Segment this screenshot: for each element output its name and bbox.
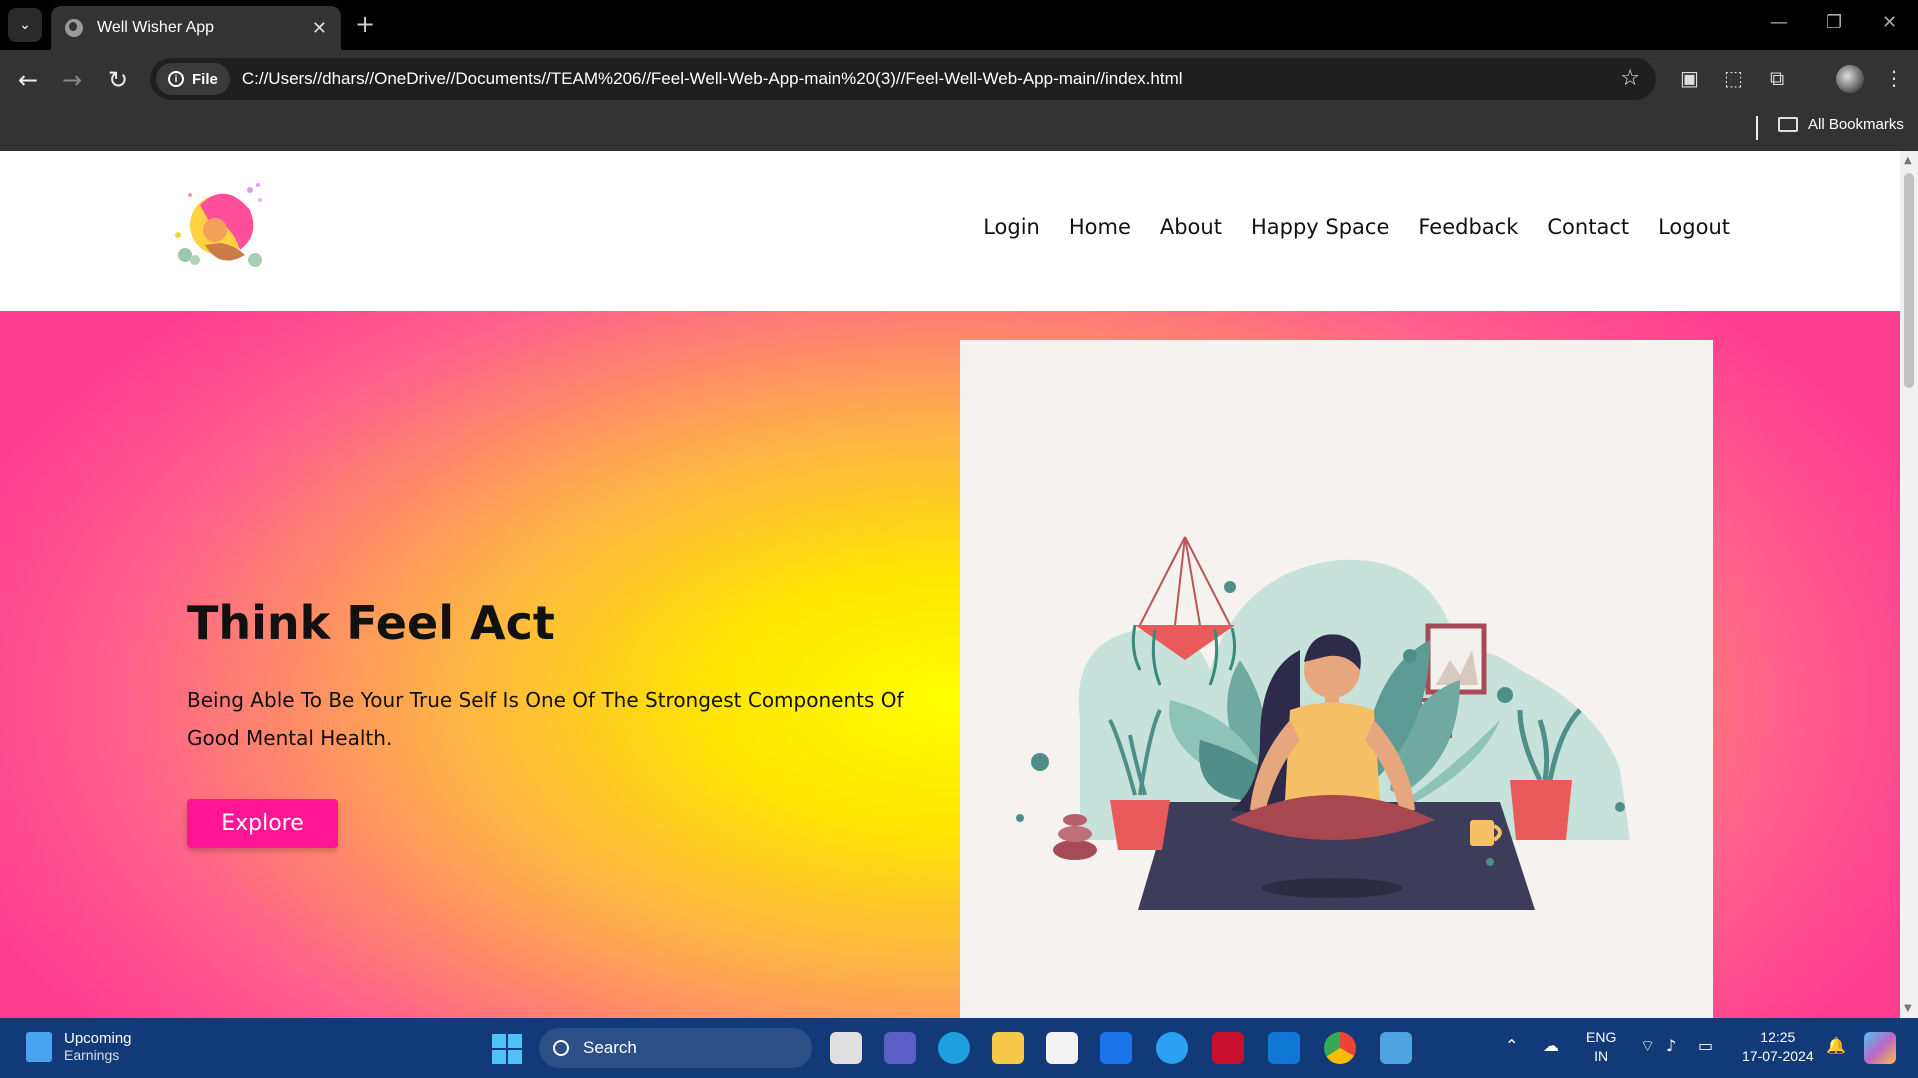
widget-subtitle: Earnings — [64, 1047, 120, 1063]
notification-bell-icon[interactable]: 🔔 — [1826, 1036, 1846, 1055]
nav-logout[interactable]: Logout — [1658, 215, 1730, 239]
browser-tab[interactable]: Well Wisher App ✕ — [51, 6, 341, 50]
all-bookmarks-button[interactable]: All Bookmarks — [1778, 116, 1904, 133]
restore-icon[interactable]: ❐ — [1826, 12, 1842, 33]
wifi-icon[interactable]: ⌔ — [1640, 1036, 1655, 1056]
clock-time: 12:25 — [1760, 1029, 1796, 1045]
tab-title: Well Wisher App — [97, 19, 215, 36]
meditation-illustration — [960, 340, 1713, 1018]
main-nav: Login Home About Happy Space Feedback Co… — [983, 215, 1730, 239]
file-chip-label: File — [192, 70, 218, 88]
lang-bottom: IN — [1594, 1048, 1609, 1064]
clock-date: 17-07-2024 — [1742, 1048, 1814, 1064]
search-icon — [553, 1040, 569, 1056]
url-text[interactable]: C://Users//dhars//OneDrive//Documents//T… — [242, 69, 1183, 89]
bookmarks-separator — [1756, 116, 1758, 140]
nav-login[interactable]: Login — [983, 215, 1040, 239]
nav-home[interactable]: Home — [1069, 215, 1131, 239]
tab-close-icon[interactable]: ✕ — [312, 18, 327, 39]
bookmark-star-icon[interactable]: ☆ — [1620, 66, 1640, 91]
chrome-icon[interactable] — [1324, 1032, 1356, 1064]
hero-text: Being Able To Be Your True Self Is One O… — [187, 688, 904, 750]
taskbar-search[interactable]: Search — [539, 1028, 812, 1068]
task-view-icon[interactable] — [830, 1032, 862, 1064]
taskbar-search-label: Search — [583, 1038, 637, 1057]
news-icon — [26, 1031, 52, 1062]
nav-contact[interactable]: Contact — [1547, 215, 1629, 239]
new-tab-button[interactable]: + — [355, 10, 375, 38]
globe-icon — [65, 19, 83, 37]
start-icon[interactable] — [492, 1034, 522, 1064]
nav-about[interactable]: About — [1160, 215, 1222, 239]
windows-taskbar: Upcoming Earnings Search ⌃ ☁ ENG IN ⌔ ♪ … — [0, 1018, 1918, 1078]
scroll-down-icon[interactable]: ▼ — [1904, 1003, 1912, 1014]
nav-happy-space[interactable]: Happy Space — [1251, 215, 1389, 239]
info-icon: i — [168, 71, 184, 87]
hidden-icons-chevron-icon[interactable]: ⌃ — [1505, 1036, 1518, 1055]
language-indicator[interactable]: ENG IN — [1586, 1028, 1616, 1066]
profile-avatar[interactable] — [1836, 65, 1864, 93]
lang-top: ENG — [1586, 1029, 1617, 1045]
hero-section: Think Feel Act Being Able To Be Your Tru… — [0, 311, 1900, 1018]
nav-feedback[interactable]: Feedback — [1418, 215, 1518, 239]
site-header: Login Home About Happy Space Feedback Co… — [0, 151, 1900, 311]
onedrive-icon[interactable]: ☁ — [1543, 1036, 1559, 1055]
browser-toolbar: ← → ↻ i File C://Users//dhars//OneDrive/… — [0, 50, 1918, 108]
bookmarks-bar: All Bookmarks — [0, 108, 1918, 151]
store-icon[interactable] — [1046, 1032, 1078, 1064]
tab-search-button[interactable]: ⌄ — [8, 8, 42, 42]
reload-icon[interactable]: ↻ — [102, 64, 134, 96]
vscode-icon[interactable] — [1268, 1032, 1300, 1064]
widget-title: Upcoming — [64, 1030, 132, 1047]
file-explorer-icon[interactable] — [992, 1032, 1024, 1064]
widgets-button[interactable]: Upcoming Earnings — [26, 1030, 132, 1063]
site-logo[interactable] — [170, 175, 270, 279]
myhp-icon[interactable] — [1100, 1032, 1132, 1064]
scroll-up-icon[interactable]: ▲ — [1904, 155, 1912, 166]
clock[interactable]: 12:25 17-07-2024 — [1742, 1028, 1814, 1066]
volume-icon[interactable]: ♪ — [1666, 1036, 1676, 1055]
notepad-icon[interactable] — [1380, 1032, 1412, 1064]
scrollbar-thumb[interactable] — [1904, 173, 1914, 388]
all-bookmarks-label: All Bookmarks — [1808, 116, 1904, 133]
battery-icon[interactable]: ▭ — [1698, 1036, 1713, 1055]
site-info-chip[interactable]: i File — [156, 63, 230, 95]
menu-dots-icon[interactable]: ⋮ — [1884, 66, 1904, 90]
tab-strip: ⌄ Well Wisher App ✕ + — ❐ ✕ — [0, 0, 1918, 50]
extension-icon[interactable]: ▣ — [1680, 66, 1699, 90]
address-bar[interactable]: i File C://Users//dhars//OneDrive//Docum… — [150, 58, 1656, 100]
hero-title: Think Feel Act — [187, 596, 555, 650]
page-scrollbar[interactable]: ▲ ▼ — [1900, 151, 1918, 1018]
forward-icon[interactable]: → — [56, 64, 88, 96]
copilot-icon[interactable] — [1864, 1032, 1896, 1064]
folder-icon — [1778, 117, 1798, 132]
screenshot-icon[interactable]: ⬚ — [1724, 66, 1743, 90]
window-close-icon[interactable]: ✕ — [1882, 12, 1897, 33]
explore-button[interactable]: Explore — [187, 799, 338, 848]
edge-icon[interactable] — [938, 1032, 970, 1064]
back-icon[interactable]: ← — [12, 64, 44, 96]
help-icon[interactable] — [1156, 1032, 1188, 1064]
mcafee-icon[interactable] — [1212, 1032, 1244, 1064]
minimize-icon[interactable]: — — [1770, 12, 1788, 33]
meditation-illustration-svg — [1016, 536, 1630, 910]
puzzle-extensions-icon[interactable]: ⧉ — [1770, 66, 1784, 90]
teams-icon[interactable] — [884, 1032, 916, 1064]
page-viewport: Login Home About Happy Space Feedback Co… — [0, 151, 1900, 1018]
